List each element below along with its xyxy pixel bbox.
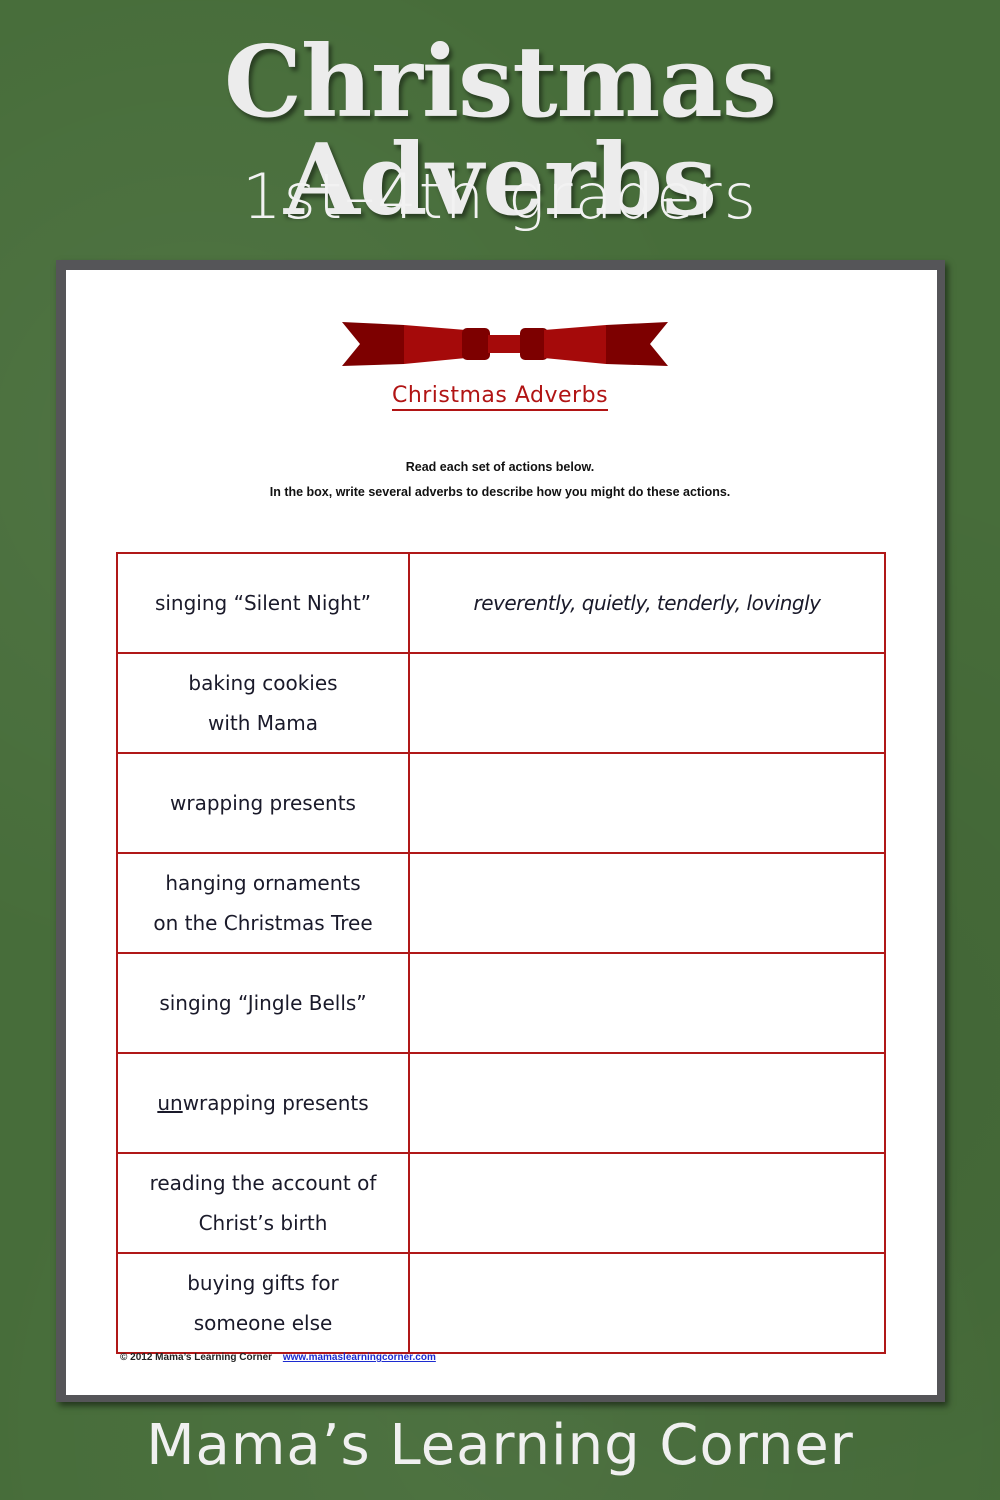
- action-cell: reading the account of Christ’s birth: [116, 1152, 410, 1254]
- underlined-prefix: un: [157, 1091, 183, 1115]
- answer-box[interactable]: [408, 1052, 886, 1154]
- action-cell: singing “Jingle Bells”: [116, 952, 410, 1054]
- copyright-line: © 2012 Mama’s Learning Corner www.mamasl…: [120, 1352, 436, 1363]
- ribbon-left-tail: [342, 322, 404, 366]
- grade-level-subtitle: 1st–4th graders: [242, 160, 758, 233]
- answer-box[interactable]: [408, 1252, 886, 1354]
- action-text: on the Christmas Tree: [153, 911, 373, 935]
- action-text: Christ’s birth: [198, 1211, 328, 1235]
- table-row: unwrapping presents: [116, 1052, 886, 1154]
- ribbon-left-band: [404, 325, 466, 364]
- action-text: someone else: [193, 1311, 333, 1335]
- table-row: singing “Silent Night” reverently, quiet…: [116, 552, 886, 654]
- action-text: singing “Silent Night”: [154, 591, 372, 615]
- action-text: wrapping presents: [182, 1091, 369, 1115]
- ribbon-right-band: [544, 325, 606, 364]
- answer-box[interactable]: [408, 852, 886, 954]
- answer-text: reverently, quietly, tenderly, lovingly: [473, 591, 821, 615]
- action-text: singing “Jingle Bells”: [159, 991, 367, 1015]
- table-row: wrapping presents: [116, 752, 886, 854]
- bow-ribbon-icon: [342, 322, 668, 366]
- table-row: reading the account of Christ’s birth: [116, 1152, 886, 1254]
- answer-box[interactable]: [408, 1152, 886, 1254]
- bow-right-loop: [520, 328, 548, 360]
- answer-box[interactable]: [408, 652, 886, 754]
- instruction-line-2: In the box, write several adverbs to des…: [269, 485, 731, 499]
- ribbon-right-tail: [606, 322, 668, 366]
- action-text: reading the account of: [149, 1171, 377, 1195]
- table-row: buying gifts for someone else: [116, 1252, 886, 1354]
- bow-left-loop: [462, 328, 490, 360]
- website-link[interactable]: www.mamaslearningcorner.com: [283, 1352, 436, 1363]
- action-text: buying gifts for: [187, 1271, 339, 1295]
- answer-box[interactable]: [408, 952, 886, 1054]
- answer-box[interactable]: reverently, quietly, tenderly, lovingly: [408, 552, 886, 654]
- copyright-text: © 2012 Mama’s Learning Corner: [120, 1352, 273, 1363]
- action-text: with Mama: [207, 711, 319, 735]
- table-row: singing “Jingle Bells”: [116, 952, 886, 1054]
- worksheet-title-text: Christmas Adverbs: [391, 383, 609, 411]
- worksheet-title: Christmas Adverbs: [0, 383, 1000, 411]
- action-cell: singing “Silent Night”: [116, 552, 410, 654]
- brand-footer: Mama’s Learning Corner: [146, 1413, 854, 1478]
- table-row: hanging ornaments on the Christmas Tree: [116, 852, 886, 954]
- action-cell: hanging ornaments on the Christmas Tree: [116, 852, 410, 954]
- adverbs-table: singing “Silent Night” reverently, quiet…: [116, 552, 886, 1354]
- instruction-line-1: Read each set of actions below.: [405, 460, 595, 474]
- action-text: wrapping presents: [170, 791, 356, 815]
- action-text: baking cookies: [188, 671, 338, 695]
- action-cell: baking cookies with Mama: [116, 652, 410, 754]
- action-cell: buying gifts for someone else: [116, 1252, 410, 1354]
- action-cell: wrapping presents: [116, 752, 410, 854]
- action-cell: unwrapping presents: [116, 1052, 410, 1154]
- bow-knot: [488, 335, 522, 353]
- action-text: hanging ornaments: [165, 871, 361, 895]
- answer-box[interactable]: [408, 752, 886, 854]
- table-row: baking cookies with Mama: [116, 652, 886, 754]
